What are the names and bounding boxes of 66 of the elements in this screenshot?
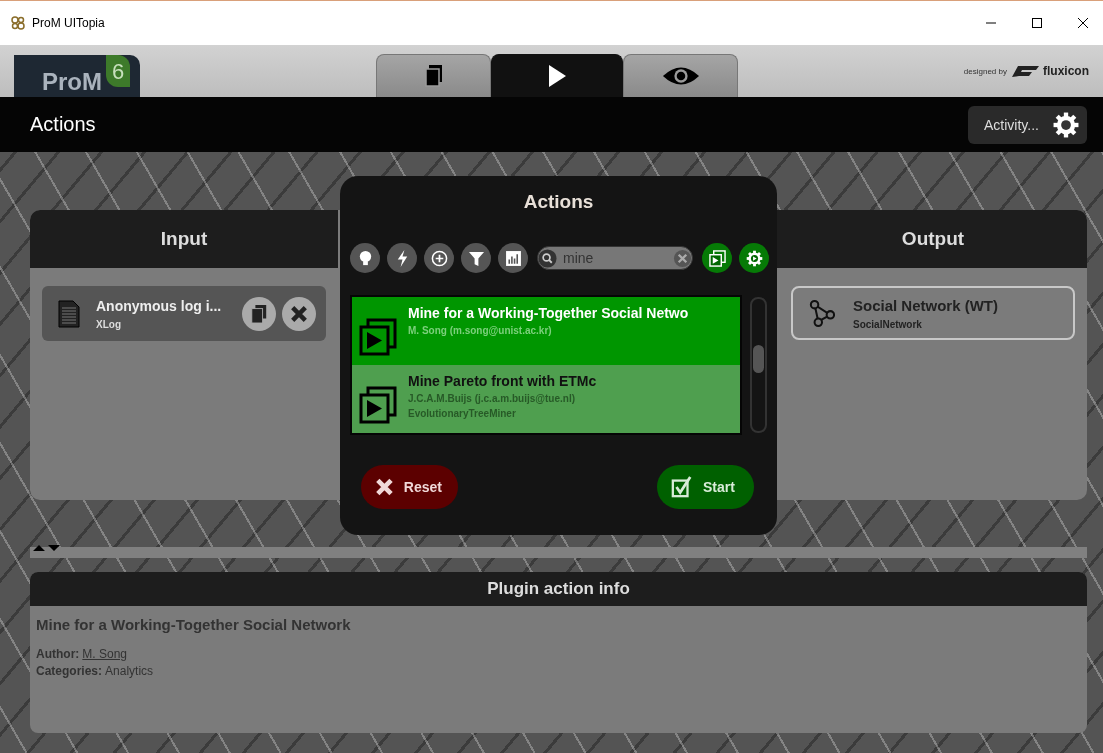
app-icon bbox=[10, 15, 26, 31]
remove-button[interactable] bbox=[282, 296, 316, 331]
action-title: Mine Pareto front with ETMc bbox=[408, 373, 597, 389]
field-label: Categories: bbox=[36, 664, 103, 678]
close-icon[interactable] bbox=[1077, 17, 1089, 29]
plugin-name: Mine for a Working-Together Social Network bbox=[36, 616, 352, 633]
activity-button[interactable]: Activity... bbox=[968, 105, 1087, 144]
play-icon bbox=[547, 64, 567, 88]
action-title: Mine for a Working-Together Social Netwo bbox=[408, 305, 689, 321]
view-tab[interactable] bbox=[491, 54, 623, 97]
gear-icon bbox=[1053, 111, 1079, 138]
copy-icon bbox=[250, 303, 268, 324]
window-title: ProM UITopia bbox=[32, 16, 105, 30]
network-icon bbox=[809, 298, 835, 328]
plus-circle-icon bbox=[430, 249, 448, 267]
prom-logo: ProM 6 bbox=[14, 55, 140, 97]
author-link[interactable]: M. Song bbox=[82, 647, 128, 661]
toggle-button[interactable] bbox=[702, 243, 732, 273]
output-resource-card[interactable]: Social Network (WT) SocialNetwork bbox=[791, 286, 1075, 340]
filter-button[interactable] bbox=[387, 243, 417, 273]
field-value: Analytics bbox=[105, 664, 154, 678]
plugin-info-header: Plugin action info bbox=[30, 572, 1087, 606]
resource-type: SocialNetwork bbox=[853, 318, 923, 330]
brand-name: fluxicon bbox=[1043, 64, 1089, 78]
action-package: EvolutionaryTreeMiner bbox=[408, 408, 517, 419]
action-author: M. Song (m.song@unist.ac.kr) bbox=[408, 325, 553, 336]
view-title: Actions bbox=[30, 113, 96, 136]
resource-name: Anonymous log i... bbox=[96, 297, 223, 314]
action-author: J.C.A.M.Buijs (j.c.a.m.buijs@tue.nl) bbox=[408, 393, 576, 404]
filter-button[interactable] bbox=[461, 243, 491, 273]
credit-label: designed by bbox=[963, 66, 1007, 76]
checkbox-icon bbox=[671, 476, 693, 498]
fluxicon-logo-icon bbox=[1010, 64, 1040, 78]
splitter-arrows-icon[interactable] bbox=[32, 544, 62, 552]
filter-icon bbox=[467, 249, 485, 267]
resource-name: Social Network (WT) bbox=[853, 296, 999, 314]
clear-icon[interactable] bbox=[673, 248, 692, 268]
filter-button[interactable] bbox=[498, 243, 528, 273]
search-field[interactable]: mine bbox=[537, 246, 693, 270]
play-window-icon bbox=[708, 249, 726, 267]
documents-icon bbox=[423, 64, 444, 88]
reset-button[interactable]: Reset bbox=[361, 465, 458, 509]
field-label: Author: bbox=[36, 647, 80, 661]
resource-type: XLog bbox=[96, 318, 122, 330]
scrollbar[interactable] bbox=[750, 297, 767, 433]
bar-chart-icon bbox=[504, 249, 522, 267]
start-button[interactable]: Start bbox=[657, 465, 754, 509]
gear-play-icon bbox=[745, 249, 763, 267]
close-icon bbox=[375, 476, 394, 498]
plugin-play-icon bbox=[358, 317, 398, 357]
document-icon bbox=[58, 299, 80, 328]
plugin-play-icon bbox=[358, 385, 398, 425]
view-tab[interactable] bbox=[376, 54, 491, 97]
maximize-icon[interactable] bbox=[1031, 17, 1043, 29]
copy-button[interactable] bbox=[242, 296, 276, 331]
close-icon bbox=[290, 303, 308, 324]
filter-button[interactable] bbox=[424, 243, 454, 273]
view-tab[interactable] bbox=[623, 54, 738, 97]
input-header: Input bbox=[30, 210, 338, 268]
action-item[interactable]: Mine for a Working-Together Social Netwo M. Song (m.song@unist.ac.kr) bbox=[352, 297, 741, 365]
toggle-button[interactable] bbox=[739, 243, 769, 273]
dialog-title: Actions bbox=[522, 191, 595, 213]
search-icon bbox=[538, 248, 557, 268]
filter-button[interactable] bbox=[350, 243, 380, 273]
input-resource-card[interactable]: Anonymous log i... XLog bbox=[42, 286, 326, 341]
action-item[interactable]: Mine Pareto front with ETMc J.C.A.M.Buijs (j.c.a.m.buijs@tue.nl) EvolutionaryTreeMiner bbox=[352, 365, 741, 433]
